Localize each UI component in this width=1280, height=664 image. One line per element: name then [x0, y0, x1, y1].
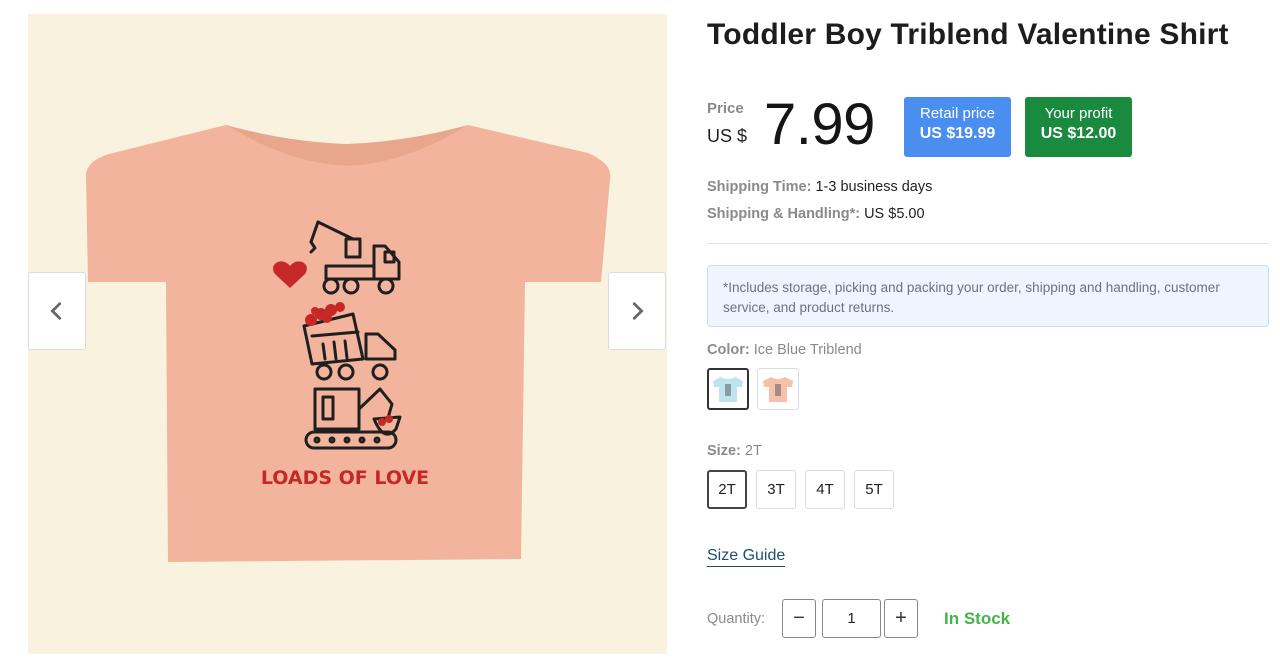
size-guide-link[interactable]: Size Guide	[707, 546, 786, 567]
price-currency: US $	[707, 126, 748, 146]
color-label-title: Color:	[707, 342, 750, 358]
profit-value: US $12.00	[1040, 125, 1117, 142]
quantity-label: Quantity:	[707, 611, 766, 627]
tshirt-thumbnail-icon	[713, 377, 743, 402]
quantity-increase-button[interactable]: +	[884, 599, 918, 638]
chevron-left-icon	[50, 302, 62, 320]
shipping-handling: Shipping & Handling*: US $5.00	[707, 206, 1269, 222]
retail-price-value: US $19.99	[919, 125, 996, 142]
product-gallery: LOADS OF LOVE	[28, 14, 667, 654]
color-swatch-peach[interactable]	[757, 368, 799, 410]
product-title: Toddler Boy Triblend Valentine Shirt	[707, 18, 1229, 51]
price-row: Price US $ 7.99 Retail price US $19.99 Y…	[707, 93, 1269, 167]
color-selected-value: Ice Blue Triblend	[753, 342, 862, 358]
divider	[707, 243, 1269, 244]
size-option-4t[interactable]: 4T	[805, 470, 845, 509]
retail-price-label: Retail price	[919, 105, 996, 122]
shirt-print-text: LOADS OF LOVE	[261, 467, 429, 489]
color-label: Color: Ice Blue Triblend	[707, 342, 862, 358]
retail-price-badge: Retail price US $19.99	[904, 97, 1011, 157]
size-label-title: Size:	[707, 443, 741, 459]
shipping-time: Shipping Time: 1-3 business days	[707, 179, 1269, 195]
stock-status: In Stock	[944, 609, 1011, 628]
profit-badge: Your profit US $12.00	[1025, 97, 1132, 157]
size-option-3t[interactable]: 3T	[756, 470, 796, 509]
size-label: Size: 2T	[707, 443, 762, 459]
profit-label: Your profit	[1044, 105, 1113, 122]
gallery-next-button[interactable]	[608, 272, 666, 350]
size-option-2t[interactable]: 2T	[707, 470, 747, 509]
shipping-time-value: 1-3 business days	[815, 179, 933, 195]
chevron-right-icon	[632, 302, 644, 320]
gallery-prev-button[interactable]	[28, 272, 86, 350]
price-label: Price	[707, 100, 744, 117]
shipping-notice: *Includes storage, picking and packing y…	[707, 265, 1269, 327]
tshirt-shape	[86, 125, 611, 562]
tshirt-thumbnail-icon	[763, 377, 793, 402]
quantity-decrease-button[interactable]: −	[782, 599, 816, 638]
size-selected-value: 2T	[744, 443, 762, 459]
shipping-time-label: Shipping Time:	[707, 179, 812, 195]
quantity-input[interactable]	[822, 599, 881, 638]
shipping-handling-value: US $5.00	[864, 206, 925, 222]
size-option-5t[interactable]: 5T	[854, 470, 894, 509]
product-info: Toddler Boy Triblend Valentine Shirt Pri…	[707, 14, 1269, 638]
shipping-handling-label: Shipping & Handling*:	[707, 206, 861, 222]
price-amount: 7.99	[764, 92, 875, 157]
color-swatch-ice-blue[interactable]	[707, 368, 749, 410]
product-image: LOADS OF LOVE	[86, 125, 611, 562]
